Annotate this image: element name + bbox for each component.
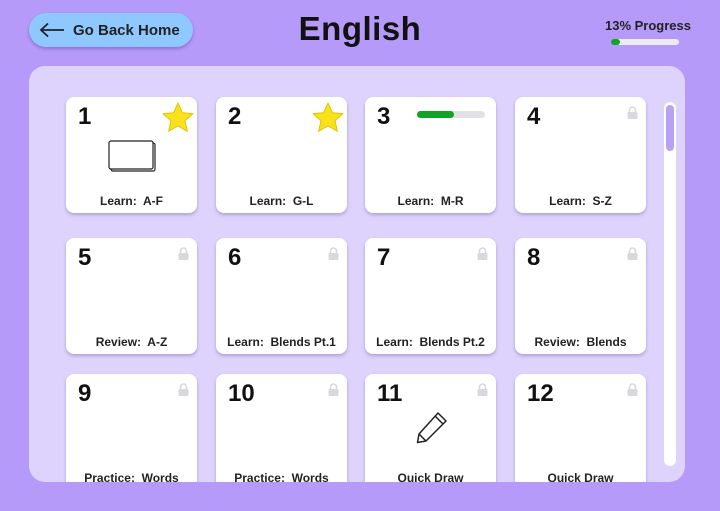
lesson-card-2[interactable]: 2 Learn: G-L [216, 97, 347, 213]
lesson-progress-fill [417, 111, 455, 118]
lesson-label: Learn: Blends Pt.1 [227, 335, 336, 349]
lesson-label: Review: Blends [534, 335, 627, 349]
lesson-number: 6 [228, 244, 242, 271]
lesson-number: 9 [78, 380, 92, 407]
lesson-card-5[interactable]: 5 Review: A-Z [66, 238, 197, 354]
lesson-label: Learn: M-R [397, 194, 464, 208]
lesson-number: 11 [377, 380, 403, 407]
lesson-card-3[interactable]: 3 Learn: M-R [365, 97, 496, 213]
lesson-card-6[interactable]: 6 Learn: Blends Pt.1 [216, 238, 347, 354]
lesson-card-1[interactable]: 1 Learn: A-F [66, 97, 197, 213]
lesson-number: 8 [527, 244, 541, 271]
lesson-card-10[interactable]: 10 Practice: Words [216, 374, 347, 482]
lock-icon [328, 383, 339, 396]
lesson-card-8[interactable]: 8 Review: Blends [515, 238, 646, 354]
lessons-panel: 1 Learn: A-F 2 Learn: G-L 3 Learn: M-R 4 Learn:… [29, 66, 685, 482]
lesson-card-9[interactable]: 9 Practice: Words [66, 374, 197, 482]
lesson-card-7[interactable]: 7 Learn: Blends Pt.2 [365, 238, 496, 354]
star-icon [162, 102, 194, 132]
lock-icon [477, 247, 488, 260]
lesson-label: Quick Draw [547, 471, 614, 482]
lock-icon [627, 247, 638, 260]
lesson-label: Practice: Words [84, 471, 179, 482]
lesson-progress-bar [417, 111, 485, 118]
lock-icon [178, 247, 189, 260]
progress-bar [611, 39, 679, 45]
lesson-label: Learn: G-L [249, 194, 314, 208]
progress-label: 13% Progress [605, 18, 691, 33]
lesson-label: Quick Draw [397, 471, 464, 482]
lesson-label: Learn: S-Z [549, 194, 612, 208]
lesson-number: 4 [527, 103, 541, 130]
lesson-number: 12 [527, 380, 554, 407]
lesson-label: Practice: Words [234, 471, 329, 482]
progress-bar-fill [611, 39, 620, 45]
lesson-label: Learn: A-F [100, 194, 163, 208]
lesson-number: 10 [228, 380, 255, 407]
scrollbar[interactable] [664, 102, 676, 466]
lesson-label: Learn: Blends Pt.2 [376, 335, 485, 349]
lesson-card-4[interactable]: 4 Learn: S-Z [515, 97, 646, 213]
lock-icon [627, 383, 638, 396]
lock-icon [627, 106, 638, 119]
lock-icon [178, 383, 189, 396]
lesson-card-11[interactable]: 11 Quick Draw [365, 374, 496, 482]
lesson-label: Review: A-Z [95, 335, 168, 349]
lesson-number: 5 [78, 244, 92, 271]
lesson-number: 7 [377, 244, 391, 271]
pencil-icon [416, 412, 447, 444]
lock-icon [328, 247, 339, 260]
lock-icon [477, 383, 488, 396]
lesson-number: 1 [78, 103, 92, 130]
lesson-number: 3 [377, 103, 391, 130]
scrollbar-thumb[interactable] [666, 105, 674, 151]
star-icon [312, 102, 344, 132]
lesson-card-12[interactable]: 12 Quick Draw [515, 374, 646, 482]
flashcards-icon [108, 140, 156, 172]
lesson-number: 2 [228, 103, 242, 130]
